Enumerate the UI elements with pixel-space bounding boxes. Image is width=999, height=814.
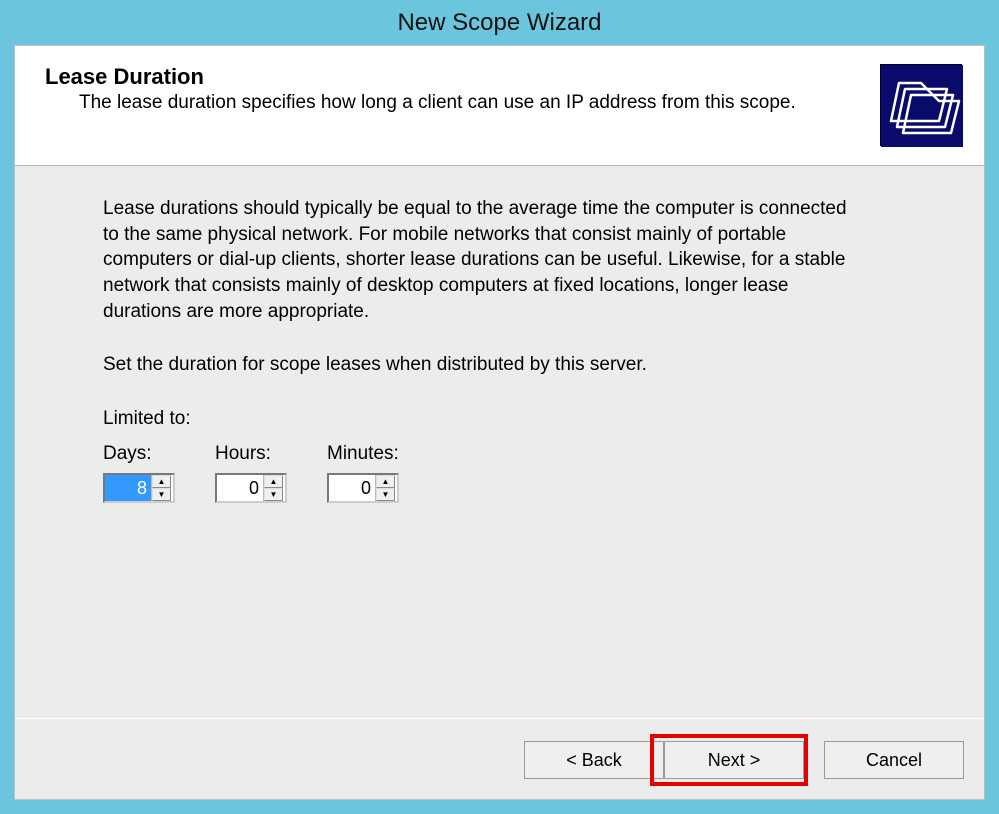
window-titlebar: New Scope Wizard: [0, 0, 999, 45]
wizard-header-panel: Lease Duration The lease duration specif…: [15, 46, 984, 166]
wizard-window: New Scope Wizard Lease Duration The leas…: [0, 0, 999, 814]
days-spinner[interactable]: ▲ ▼: [103, 473, 175, 503]
lease-description-paragraph: Lease durations should typically be equa…: [103, 196, 863, 324]
page-heading: Lease Duration: [45, 64, 954, 90]
duration-spinner-row: Days: ▲ ▼ Hours: ▲: [103, 441, 904, 503]
hours-spinner[interactable]: ▲ ▼: [215, 473, 287, 503]
wizard-client-area: Lease Duration The lease duration specif…: [14, 45, 985, 800]
minutes-down-button[interactable]: ▼: [376, 488, 395, 501]
window-title: New Scope Wizard: [397, 9, 601, 37]
hours-spinner-buttons: ▲ ▼: [263, 475, 283, 501]
days-up-button[interactable]: ▲: [152, 475, 171, 488]
minutes-spinner-group: Minutes: ▲ ▼: [327, 441, 399, 503]
minutes-up-button[interactable]: ▲: [376, 475, 395, 488]
minutes-label: Minutes:: [327, 441, 399, 467]
wizard-body: Lease durations should typically be equa…: [15, 166, 984, 523]
minutes-spinner-buttons: ▲ ▼: [375, 475, 395, 501]
days-spinner-buttons: ▲ ▼: [151, 475, 171, 501]
folder-stack-icon: [880, 64, 962, 146]
next-button[interactable]: Next >: [664, 741, 804, 779]
hours-spinner-group: Hours: ▲ ▼: [215, 441, 287, 503]
hours-up-button[interactable]: ▲: [264, 475, 283, 488]
days-label: Days:: [103, 441, 175, 467]
minutes-spinner[interactable]: ▲ ▼: [327, 473, 399, 503]
hours-down-button[interactable]: ▼: [264, 488, 283, 501]
limited-to-label: Limited to:: [103, 406, 863, 432]
cancel-button[interactable]: Cancel: [824, 741, 964, 779]
page-subheading: The lease duration specifies how long a …: [79, 92, 819, 114]
days-down-button[interactable]: ▼: [152, 488, 171, 501]
back-button[interactable]: < Back: [524, 741, 664, 779]
hours-label: Hours:: [215, 441, 287, 467]
footer-separator: [15, 718, 984, 719]
days-input[interactable]: [105, 475, 151, 501]
minutes-input[interactable]: [329, 475, 375, 501]
lease-instruction-paragraph: Set the duration for scope leases when d…: [103, 352, 863, 378]
hours-input[interactable]: [217, 475, 263, 501]
days-spinner-group: Days: ▲ ▼: [103, 441, 175, 503]
wizard-footer-buttons: < Back Next > Cancel: [524, 741, 964, 779]
